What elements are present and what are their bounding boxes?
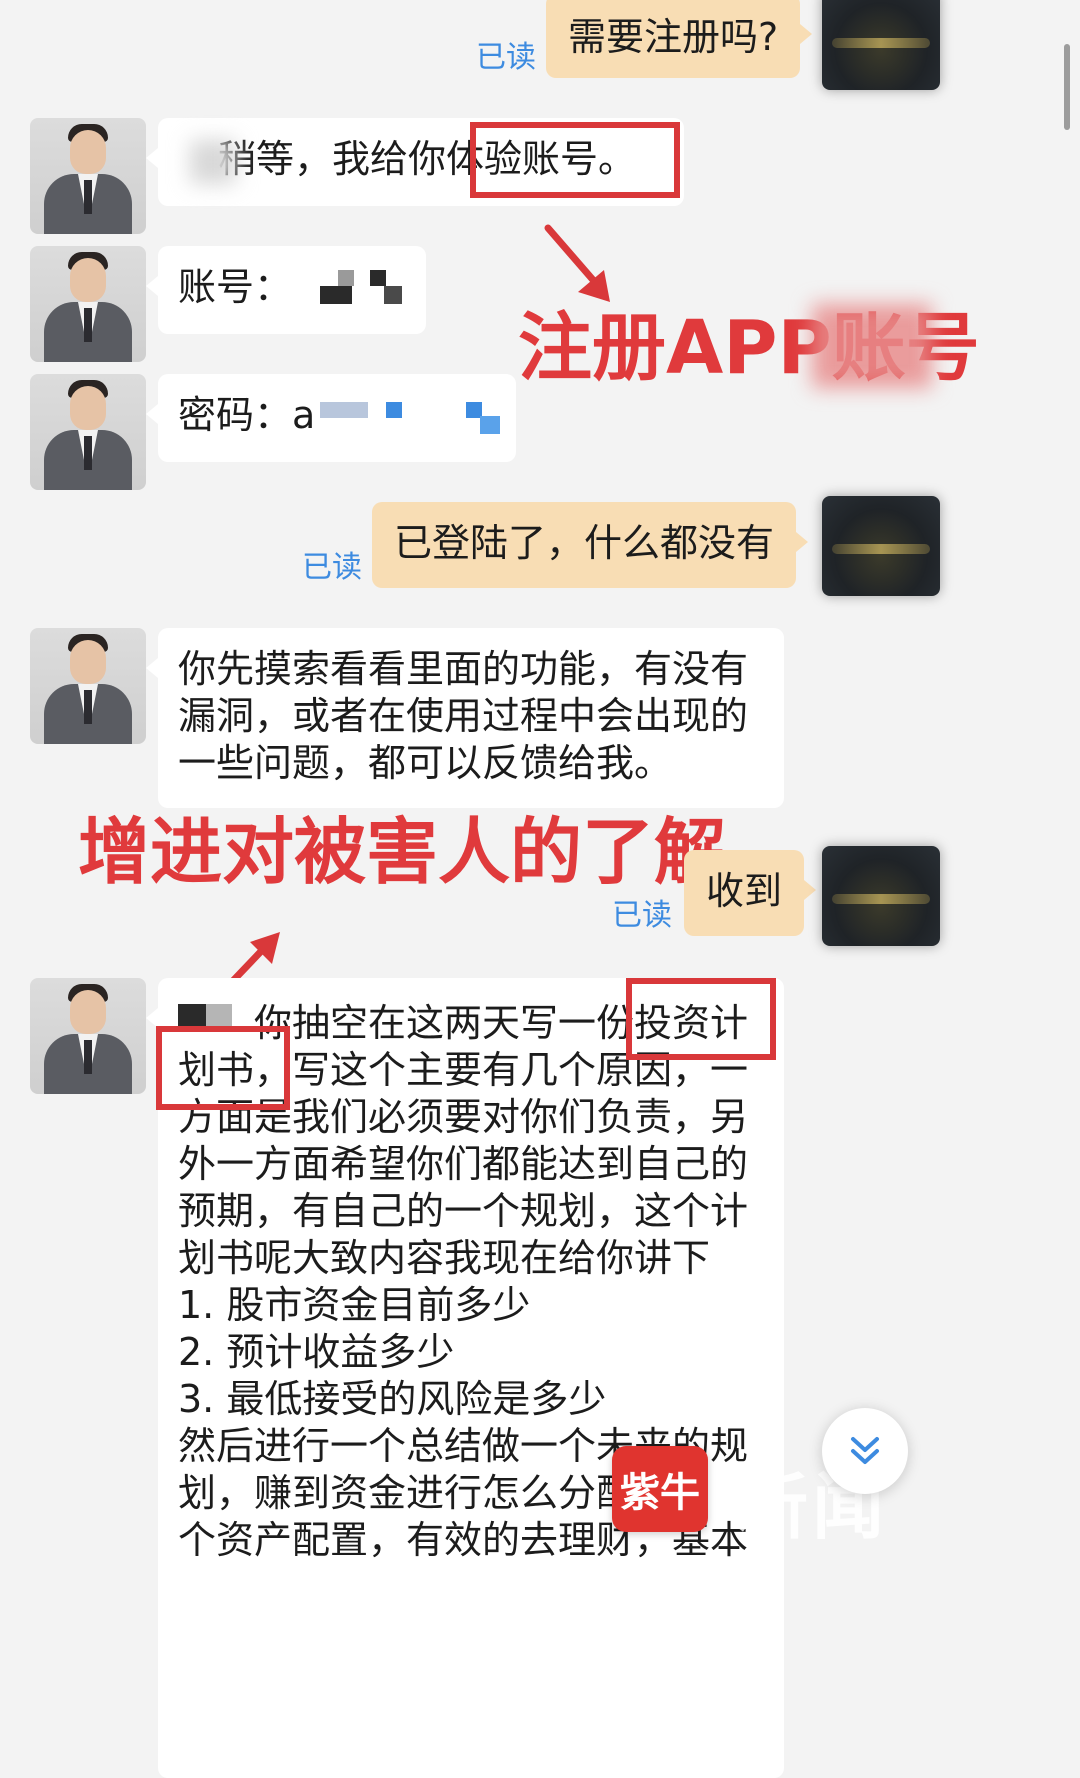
redacted-mosaic <box>480 416 500 434</box>
scrollbar[interactable] <box>1064 44 1070 130</box>
message-line: 1. 股市资金目前多少 <box>178 1283 531 1327</box>
message-line: 外一方面希望你们都能达到自己的 <box>178 1142 749 1186</box>
double-chevron-down-icon <box>851 1437 879 1464</box>
highlight-box <box>626 978 776 1060</box>
arrow-icon <box>544 224 610 302</box>
redacted-mosaic <box>386 402 402 418</box>
message-bubble-outgoing[interactable]: 已登陆了，什么都没有 <box>372 502 809 588</box>
password-value: a <box>292 393 316 437</box>
user-avatar[interactable] <box>822 846 940 946</box>
highlight-box <box>156 1026 290 1110</box>
message-bubble-incoming[interactable]: 你先摸索看看里面的功能，有没有 漏洞，或者在使用过程中会出现的 一些问题，都可以… <box>146 628 784 808</box>
password-label: 密码： <box>178 393 293 437</box>
redacted-mosaic <box>190 140 236 184</box>
redacted-mosaic <box>320 286 352 304</box>
redacted-mosaic <box>384 286 402 304</box>
contact-avatar[interactable] <box>30 118 146 234</box>
news-logo: 紫牛 <box>612 1446 708 1532</box>
message-line: 2. 预计收益多少 <box>178 1330 455 1374</box>
highlight-box <box>470 122 680 198</box>
message-line: 预期，有自己的一个规划，这个计 <box>178 1189 749 1233</box>
user-avatar[interactable] <box>822 0 940 90</box>
redacted-mosaic <box>338 270 354 286</box>
message-line: 3. 最低接受的风险是多少 <box>178 1377 607 1421</box>
message-line: 你先摸索看看里面的功能，有没有 <box>178 647 749 691</box>
message-line: 划书呢大致内容我现在给你讲下 <box>178 1236 711 1280</box>
user-avatar[interactable] <box>822 496 940 596</box>
contact-avatar[interactable] <box>30 374 146 490</box>
message-text: 收到 <box>706 869 783 913</box>
message-bubble-outgoing[interactable]: 需要注册吗? <box>546 0 813 78</box>
message-line: 一些问题，都可以反馈给我。 <box>178 741 673 785</box>
contact-avatar[interactable] <box>30 246 146 362</box>
contact-avatar[interactable] <box>30 978 146 1094</box>
message-text: 已登陆了，什么都没有 <box>394 521 775 565</box>
scroll-to-bottom-button[interactable] <box>822 1408 908 1494</box>
read-receipt: 已读 <box>612 898 672 933</box>
contact-avatar[interactable] <box>30 628 146 744</box>
message-text: 需要注册吗? <box>568 15 779 59</box>
annotation-understand-victim: 增进对被害人的了解 <box>78 810 727 894</box>
message-line: 漏洞，或者在使用过程中会出现的 <box>178 694 749 738</box>
redacted-mosaic <box>370 270 386 286</box>
redacted-mosaic <box>812 304 932 388</box>
message-bubble-incoming[interactable]: 密码：a <box>146 374 516 462</box>
read-receipt: 已读 <box>476 40 536 75</box>
read-receipt: 已读 <box>302 550 362 585</box>
message-bubble-outgoing[interactable]: 收到 <box>684 850 817 936</box>
redacted-mosaic <box>320 402 368 418</box>
account-label: 账号： <box>178 265 293 309</box>
